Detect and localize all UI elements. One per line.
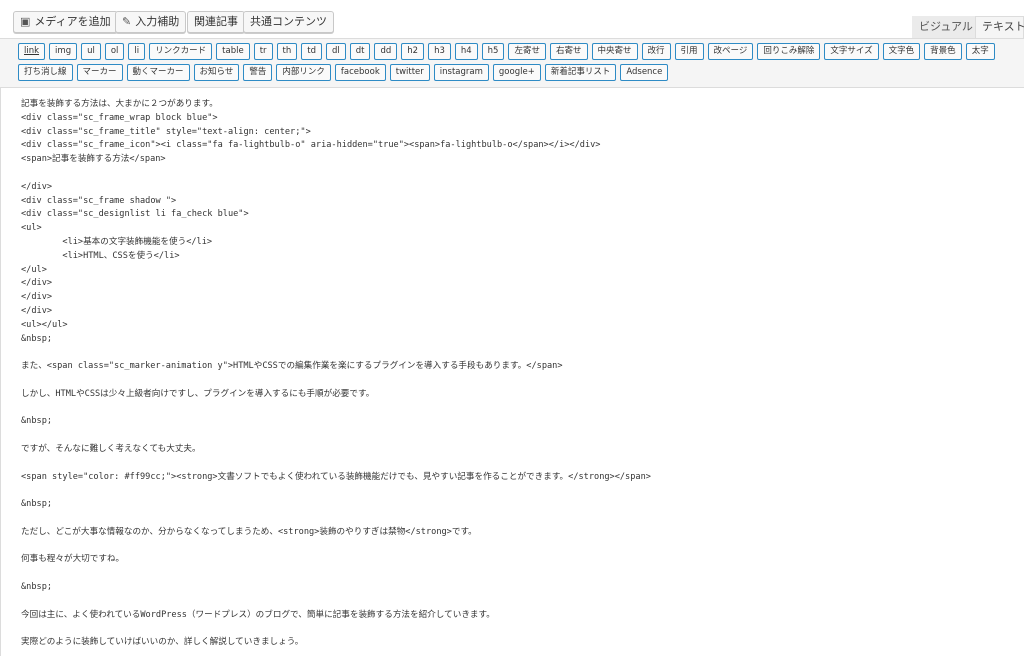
related-posts-button[interactable]: 関連記事 [187,11,245,33]
quicktags-row-1: link img ul ol li リンクカード table tr th td dl dt dd h2 h3… [18,43,995,60]
quicktag-button[interactable]: 打ち消し線 [18,64,73,81]
media-icon: ▣ [20,15,31,28]
editor-line: </div> [21,181,53,192]
quicktag-button[interactable]: 警告 [243,64,273,81]
common-content-button[interactable]: 共通コンテンツ [243,11,334,33]
quicktag-button[interactable]: twitter [389,64,430,81]
quicktag-button[interactable]: tr [253,43,273,60]
quicktag-button[interactable]: table [216,43,250,60]
quicktag-button[interactable]: h4 [454,43,478,60]
quicktag-button[interactable]: 背景色 [924,43,962,60]
quicktag-button[interactable]: リンクカード [149,43,213,60]
tab-visual[interactable]: ビジュアル [912,16,980,38]
editor-line: <li>基本の文字装飾機能を使う</li> [21,237,213,247]
quicktag-button[interactable]: 引用 [674,43,704,60]
quicktags-toolbar: link img ul ol li リンクカード table tr th td dl dt dd h2 h3… [0,38,1024,88]
quicktag-button[interactable]: h5 [481,43,505,60]
editor-line: <div class="sc_frame_title" style="text-… [21,126,311,137]
editor-line: <ul> [21,223,42,234]
editor-line: </div> [21,292,53,303]
quicktag-button[interactable]: h2 [401,43,425,60]
quicktag-button[interactable]: instagram [433,64,489,81]
quicktag-button[interactable]: ol [104,43,125,60]
quicktag-button[interactable]: dd [374,43,398,60]
quicktag-button[interactable]: 右寄せ [549,43,588,60]
pencil-icon: ✎ [122,15,132,28]
editor-line: <ul></ul> [21,319,68,330]
tab-text[interactable]: テキスト [975,16,1024,38]
editor-line: 何事も程々が大切ですね。 [21,554,125,565]
quicktag-button[interactable]: 文字サイズ [824,43,879,60]
input-assist-button[interactable]: ✎ 入力補助 [115,11,187,33]
input-assist-label: 入力補助 [135,15,180,28]
quicktag-button[interactable]: facebook [334,64,386,81]
editor-line: 今回は主に、よく使われているWordPress（ワードプレス）のブログで、簡単に… [21,609,495,620]
editor-line: </ul> [21,264,47,275]
editor-line: しかし、HTMLやCSSは少々上級者向けですし、プラグインを導入するにも手順が必… [21,388,375,399]
quicktag-button[interactable]: マーカー [76,64,123,81]
quicktag-button[interactable]: ul [81,43,101,60]
editor-line: </div> [21,278,53,289]
quicktag-button[interactable]: 回りこみ解除 [757,43,821,60]
editor-line: ただし、どこが大事な情報なのか、分からなくなってしまうため、<strong>装飾… [21,526,477,537]
editor-line: &nbsp; [21,416,53,427]
editor-line: &nbsp; [21,499,53,510]
quicktag-button[interactable]: dl [325,43,346,60]
quicktag-button[interactable]: google+ [492,64,541,81]
editor-line: ですが、そんなに難しく考えなくても大丈夫。 [21,444,201,454]
text-editor-area[interactable]: 記事を装飾する方法は、大まかに２つがあります。 <div class="sc_fr… [0,88,1024,656]
quicktag-button[interactable]: Adsence [620,64,669,81]
quicktag-button[interactable]: お知らせ [193,64,240,81]
editor-line: &nbsp; [21,582,53,592]
quicktag-button[interactable]: 中央寄せ [591,43,638,60]
add-media-button[interactable]: ▣ メディアを追加 [13,11,118,33]
editor-line: <li>HTML、CSSを使う</li> [21,250,180,261]
editor-line: <div class="sc_frame shadow "> [21,195,177,206]
quicktag-button[interactable]: th [276,43,298,60]
editor-line: <div class="sc_designlist li fa_check bl… [21,209,249,220]
add-media-label: メディアを追加 [34,15,111,28]
editor-line: 実際どのように装飾していけばいいのか、詳しく解説していきましょう。 [21,637,304,648]
quicktag-button[interactable]: 内部リンク [276,64,331,81]
quicktag-button[interactable]: h3 [428,43,451,60]
quicktag-button[interactable]: 改行 [641,43,671,60]
quicktag-button[interactable]: 動くマーカー [126,64,190,81]
quicktag-button[interactable]: 新着記事リスト [544,64,617,81]
editor-line: <span style="color: #ff99cc;"><strong>文書… [21,471,651,482]
quicktag-button[interactable]: 左寄せ [508,43,546,60]
editor-line: &nbsp; [21,333,53,344]
editor-line: <div class="sc_frame_wrap block blue"> [21,112,218,123]
editor-line: </div> [21,306,53,316]
quicktag-button[interactable]: 太字 [965,43,995,60]
quicktag-button[interactable]: link [18,43,46,60]
quicktag-button[interactable]: td [301,43,322,60]
editor-line: <div class="sc_frame_icon"><i class="fa … [21,140,601,151]
quicktag-button[interactable]: dt [349,43,371,60]
quicktag-button[interactable]: 文字色 [882,43,921,60]
quicktag-button[interactable]: li [128,43,146,60]
quicktag-button[interactable]: img [49,43,78,60]
editor-line: <span>記事を装飾する方法</span> [21,154,166,165]
editor-top-bar: ▣ メディアを追加 ✎ 入力補助 関連記事 共通コンテンツ ビジュアル テキスト [0,0,1024,38]
editor-line: また、<span class="sc_marker-animation y">H… [21,361,563,372]
editor-line: 記事を装飾する方法は、大まかに２つがあります。 [21,99,218,109]
quicktags-row-2: 打ち消し線 マーカー 動くマーカー お知らせ 警告 内部リンク facebook twitte… [18,64,669,81]
quicktag-button[interactable]: 改ページ [707,43,754,60]
